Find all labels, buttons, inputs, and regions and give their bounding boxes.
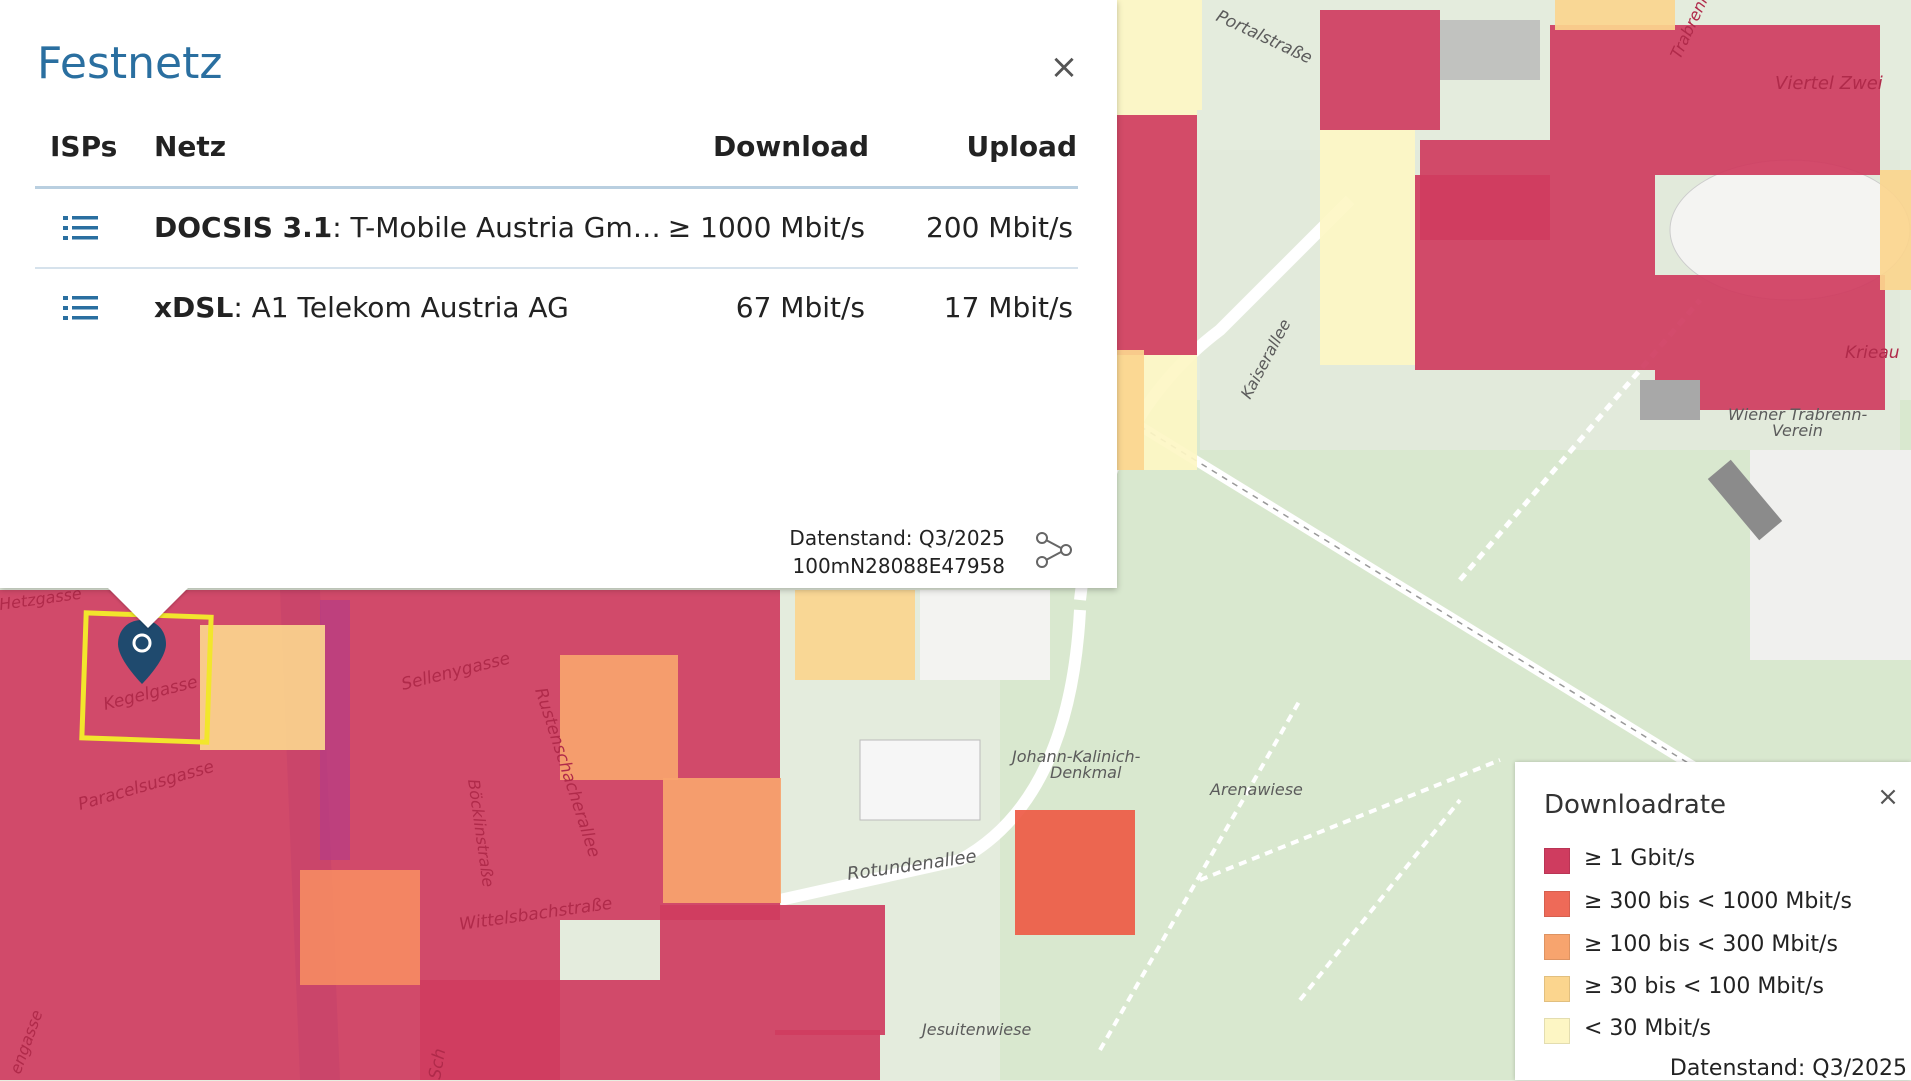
coverage-tile (775, 905, 885, 1035)
legend-label: < 30 Mbit/s (1584, 1016, 1711, 1041)
coverage-tile (560, 655, 678, 780)
coverage-tile (1117, 0, 1202, 110)
legend-data-status: Datenstand: Q3/2025 (1669, 1056, 1907, 1081)
header-upload: Upload (966, 130, 1077, 163)
list-icon[interactable] (63, 213, 99, 243)
share-icon[interactable] (1034, 530, 1074, 570)
coverage-tile (660, 905, 775, 1080)
legend-close-button[interactable]: × (1873, 782, 1903, 812)
coverage-tile (1415, 175, 1655, 370)
header-download: Download (712, 130, 869, 163)
label-johann-line2: Denkmal (1050, 763, 1122, 782)
coverage-tile (1117, 350, 1144, 470)
legend-panel: Downloadrate × ≥ 1 Gbit/s ≥ 300 bis < 10… (1515, 762, 1911, 1081)
label-arenawiese: Arenawiese (1209, 780, 1303, 799)
coverage-tile (663, 778, 781, 903)
label-verein-line2: Verein (1772, 421, 1823, 440)
legend-label: ≥ 100 bis < 300 Mbit/s (1584, 932, 1838, 957)
row-download: ≥ 1000 Mbit/s (667, 211, 865, 244)
legend-label: ≥ 1 Gbit/s (1584, 846, 1696, 871)
table-row: DOCSIS 3.1: T-Mobile Austria Gm… ≥ 1000 … (35, 189, 1078, 269)
table-row: xDSL: A1 Telekom Austria AG 67 Mbit/s 17… (35, 269, 1078, 347)
legend-swatch (1544, 976, 1570, 1002)
row-tech: DOCSIS 3.1 (154, 211, 333, 244)
legend-swatch (1544, 934, 1570, 960)
row-upload: 17 Mbit/s (943, 291, 1073, 324)
coverage-tile (1015, 810, 1135, 935)
row-provider: : A1 Telekom Austria AG (233, 291, 569, 324)
coverage-tile (200, 625, 325, 750)
coverage-tile (1117, 115, 1197, 355)
popup-cell-id: 100mN28088E47958 (792, 554, 1006, 578)
sports-field (859, 739, 981, 821)
label-krieau: Krieau (1845, 343, 1900, 363)
coverage-tile (1555, 0, 1675, 30)
coverage-tile (1880, 170, 1911, 290)
legend-swatch (1544, 891, 1570, 917)
legend-swatch (1544, 1018, 1570, 1044)
coverage-tile (1320, 10, 1440, 130)
coverage-tile (1320, 130, 1415, 365)
popup-data-status: Datenstand: Q3/2025 100mN28088E47958 (789, 524, 1005, 580)
coverage-tile (420, 980, 660, 1080)
coverage-tile (775, 1030, 880, 1080)
legend-swatch (1544, 848, 1570, 874)
row-tech: xDSL (154, 291, 234, 324)
popup-close-button[interactable]: × (1044, 47, 1084, 87)
row-download: 67 Mbit/s (735, 291, 865, 324)
header-netz: Netz (154, 130, 227, 163)
popup-pointer (108, 588, 188, 628)
coverage-tile (300, 870, 420, 985)
festnetz-popup: Festnetz × ISPs Netz Download Upload DOC… (0, 0, 1117, 588)
label-jesuitenwiese: Jesuitenwiese (919, 1020, 1031, 1039)
row-netz: xDSL: A1 Telekom Austria AG (154, 291, 569, 324)
row-provider: : T-Mobile Austria Gm… (332, 211, 661, 244)
popup-title: Festnetz (37, 38, 223, 89)
row-netz: DOCSIS 3.1: T-Mobile Austria Gm… (154, 211, 661, 244)
row-upload: 200 Mbit/s (925, 211, 1073, 244)
popup-date-line: Datenstand: Q3/2025 (789, 526, 1005, 550)
list-icon[interactable] (63, 293, 99, 323)
legend-label: ≥ 30 bis < 100 Mbit/s (1584, 974, 1824, 999)
legend-title: Downloadrate (1544, 790, 1727, 820)
legend-label: ≥ 300 bis < 1000 Mbit/s (1584, 889, 1852, 914)
header-isps: ISPs (50, 130, 118, 163)
coverage-tile (795, 590, 915, 680)
coverage-tile (1550, 25, 1880, 175)
label-viertel-zwei: Viertel Zwei (1775, 73, 1883, 94)
